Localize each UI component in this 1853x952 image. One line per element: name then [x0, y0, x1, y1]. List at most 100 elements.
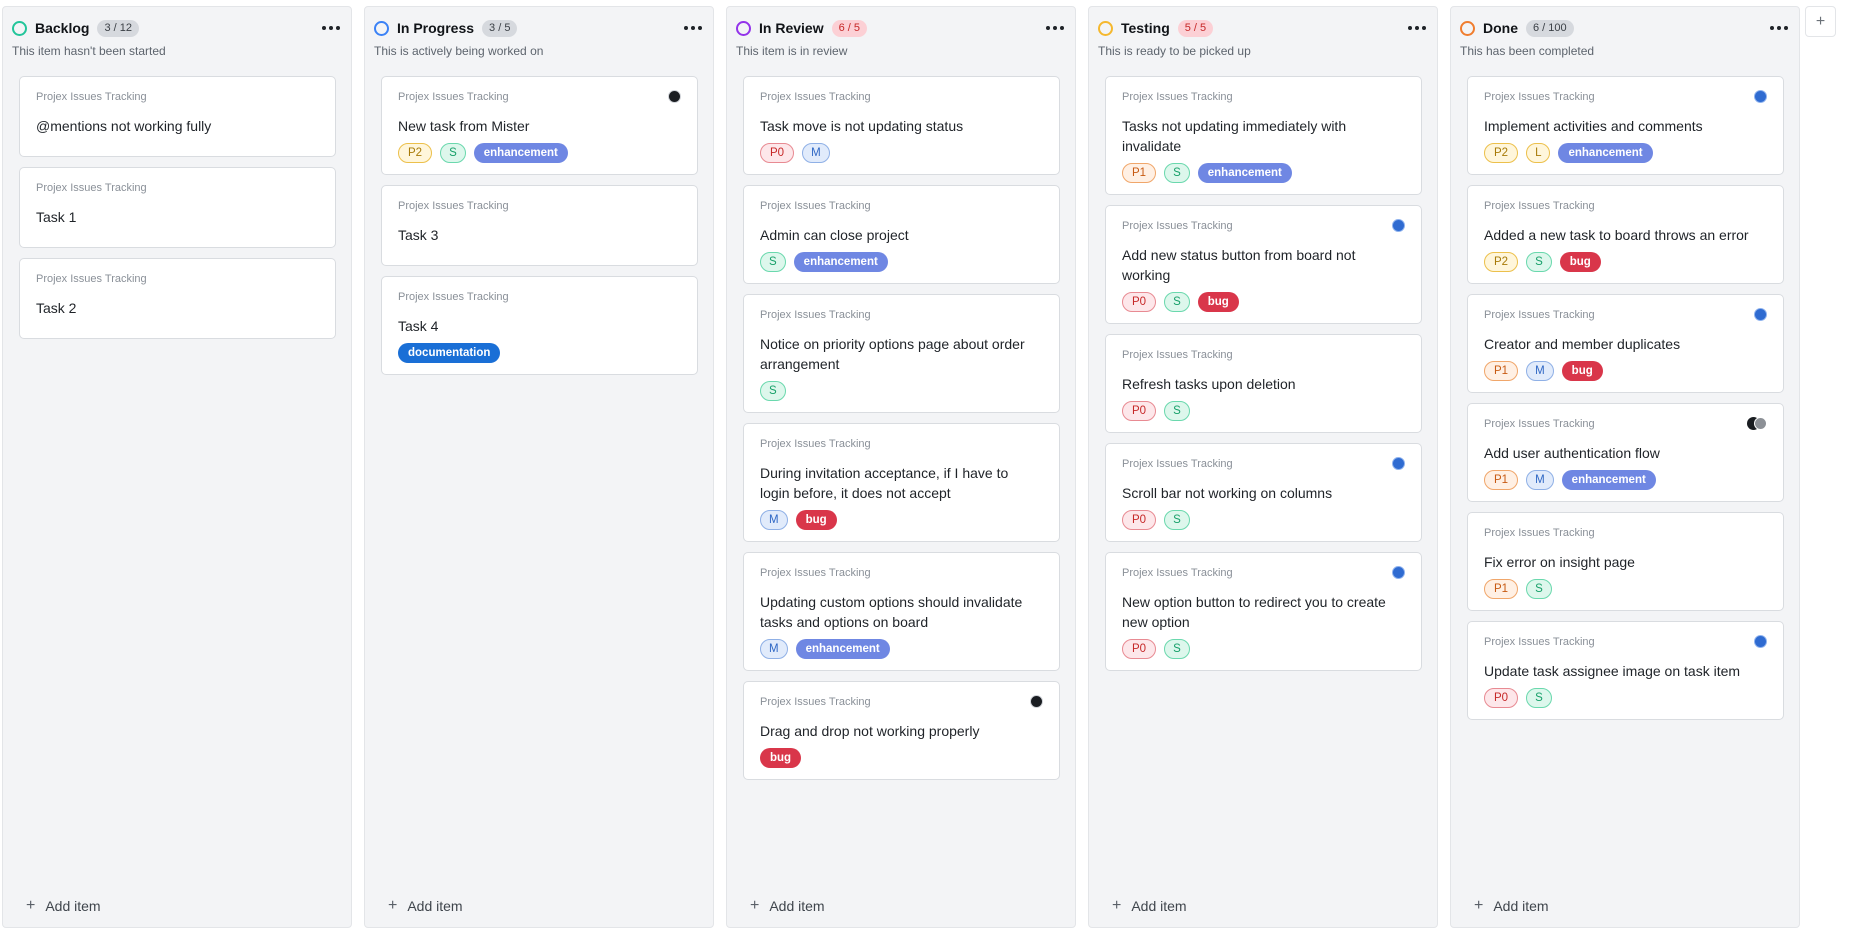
task-card[interactable]: Projex Issues Tracking Implement activiti… — [1467, 76, 1784, 175]
assignee-avatar[interactable] — [1754, 308, 1767, 321]
tag-bug: bug — [1197, 292, 1239, 312]
card-title: Updating custom options should invalidat… — [760, 594, 1023, 630]
card-title: New option button to redirect you to cre… — [1122, 594, 1386, 630]
add-item-button[interactable]: + Add item — [26, 898, 101, 915]
column-description: This item is in review — [736, 44, 848, 58]
task-card[interactable]: Projex Issues Tracking Task 1 — [19, 167, 336, 248]
card-tags: P0 S — [1122, 639, 1405, 659]
card-title: Creator and member duplicates — [1484, 336, 1681, 352]
column-title: Backlog — [35, 20, 90, 36]
tag-sizem: M — [802, 143, 830, 163]
status-circle-icon — [736, 20, 751, 36]
menu-dot — [1777, 26, 1781, 30]
task-card[interactable]: Projex Issues Tracking Admin can close pr… — [743, 185, 1060, 284]
task-card[interactable]: Projex Issues Tracking Task move is not u… — [743, 76, 1060, 175]
card-tags: bug — [760, 748, 1043, 768]
card-title: During invitation acceptance, if I have … — [760, 465, 1009, 501]
task-card[interactable]: Projex Issues Tracking Add user authentic… — [1467, 403, 1784, 502]
tag-enhancement: enhancement — [1561, 470, 1656, 490]
card-project-name: Projex Issues Tracking — [1484, 309, 1595, 321]
tag-p0: P0 — [1122, 292, 1157, 312]
task-card[interactable]: Projex Issues Tracking During invitation … — [743, 423, 1060, 542]
card-project-name: Projex Issues Tracking — [398, 291, 509, 303]
task-card[interactable]: Projex Issues Tracking Scroll bar not wor… — [1105, 443, 1422, 542]
task-card[interactable]: Projex Issues Tracking New option button … — [1105, 552, 1422, 671]
assignee-avatar[interactable] — [1392, 566, 1405, 579]
card-project-name: Projex Issues Tracking — [36, 91, 147, 103]
more-options-icon[interactable] — [682, 19, 704, 37]
card-project-name: Projex Issues Tracking — [1484, 636, 1595, 648]
card-project-name: Projex Issues Tracking — [1122, 220, 1233, 232]
task-card[interactable]: Projex Issues Tracking Notice on priority… — [743, 294, 1060, 413]
card-title: Added a new task to board throws an erro… — [1484, 227, 1749, 243]
tag-enhancement: enhancement — [1558, 143, 1653, 163]
task-card[interactable]: Projex Issues Tracking Update task assign… — [1467, 621, 1784, 720]
card-tags: Senhancement — [760, 252, 1043, 272]
task-card[interactable]: Projex Issues Tracking Refresh tasks upon… — [1105, 334, 1422, 433]
column-header: Backlog 3 / 12 — [12, 17, 342, 39]
assignee-avatar[interactable] — [668, 90, 681, 103]
card-title: Notice on priority options page about or… — [760, 336, 1025, 372]
tag-documentation: documentation — [398, 343, 501, 363]
plus-icon: + — [750, 897, 760, 914]
card-tags: P2 Senhancement — [398, 143, 681, 163]
add-item-button[interactable]: + Add item — [388, 898, 463, 915]
task-card[interactable]: Projex Issues Tracking New task from Mist… — [381, 76, 698, 175]
card-title: Tasks not updating immediately with inva… — [1122, 118, 1347, 154]
card-title: Implement activities and comments — [1484, 118, 1703, 134]
card-project-name: Projex Issues Tracking — [398, 200, 509, 212]
task-card[interactable]: Projex Issues Tracking Task 2 — [19, 258, 336, 339]
assignee-avatar[interactable] — [1754, 90, 1767, 103]
menu-dot — [1046, 26, 1050, 30]
card-project-name: Projex Issues Tracking — [1122, 349, 1233, 361]
add-item-button[interactable]: + Add item — [1474, 898, 1549, 915]
task-card[interactable]: Projex Issues Tracking Drag and drop not … — [743, 681, 1060, 780]
status-circle-icon — [1460, 20, 1475, 36]
column-testing: Testing 5 / 5 This is ready to be picked u… — [1088, 6, 1438, 928]
tag-p2: P2 — [1484, 143, 1519, 163]
more-options-icon[interactable] — [1044, 19, 1066, 37]
card-project-name: Projex Issues Tracking — [1122, 458, 1233, 470]
column-header: In Progress 3 / 5 — [374, 17, 704, 39]
task-card[interactable]: Projex Issues Tracking Updating custom op… — [743, 552, 1060, 671]
card-title: Update task assignee image on task item — [1484, 663, 1741, 679]
add-item-label: Add item — [45, 898, 101, 914]
menu-dot — [329, 26, 333, 30]
more-options-icon[interactable] — [320, 19, 342, 37]
assignee-avatar[interactable] — [1392, 219, 1405, 232]
task-card[interactable]: Projex Issues Tracking Task 3 — [381, 185, 698, 266]
card-tags: P2 Lenhancement — [1484, 143, 1767, 163]
task-card[interactable]: Projex Issues Tracking @mentions not work… — [19, 76, 336, 157]
add-item-button[interactable]: + Add item — [750, 897, 825, 915]
card-title: Add user authentication flow — [1484, 445, 1660, 461]
menu-dot — [684, 26, 688, 30]
card-list: Projex Issues Tracking Implement activiti… — [1467, 76, 1784, 720]
card-tags: P0 Sbug — [1122, 292, 1405, 312]
column-header: In Review 6 / 5 — [736, 17, 1066, 39]
assignee-avatar[interactable] — [1747, 417, 1767, 430]
tag-bug: bug — [1561, 361, 1603, 381]
task-card[interactable]: Projex Issues Tracking Task 4 documentatio… — [381, 276, 698, 375]
add-item-button[interactable]: + Add item — [1112, 898, 1187, 915]
task-card[interactable]: Projex Issues Tracking Add new status but… — [1105, 205, 1422, 324]
tag-sizem: M — [1526, 470, 1554, 490]
more-options-icon[interactable] — [1406, 19, 1428, 37]
assignee-avatar[interactable] — [1030, 695, 1043, 708]
assignee-avatar[interactable] — [1754, 635, 1767, 648]
assignee-avatar[interactable] — [1392, 457, 1405, 470]
status-circle-icon — [374, 20, 389, 36]
card-project-name: Projex Issues Tracking — [1122, 91, 1233, 103]
add-item-label: Add item — [1131, 898, 1187, 914]
card-tags: P0 S — [1122, 401, 1405, 421]
column-description: This is actively being worked on — [374, 44, 544, 58]
tag-size: S — [1164, 510, 1190, 530]
column-count-badge: 5 / 5 — [1177, 19, 1214, 37]
task-card[interactable]: Projex Issues Tracking Tasks not updating… — [1105, 76, 1422, 195]
tag-p0: P0 — [760, 143, 795, 163]
task-card[interactable]: Projex Issues Tracking Added a new task t… — [1467, 185, 1784, 284]
more-options-icon[interactable] — [1768, 19, 1790, 37]
task-card[interactable]: Projex Issues Tracking Creator and member… — [1467, 294, 1784, 393]
menu-dot — [1053, 26, 1057, 30]
task-card[interactable]: Projex Issues Tracking Fix error on insig… — [1467, 512, 1784, 611]
add-column-button[interactable]: + — [1805, 6, 1836, 37]
